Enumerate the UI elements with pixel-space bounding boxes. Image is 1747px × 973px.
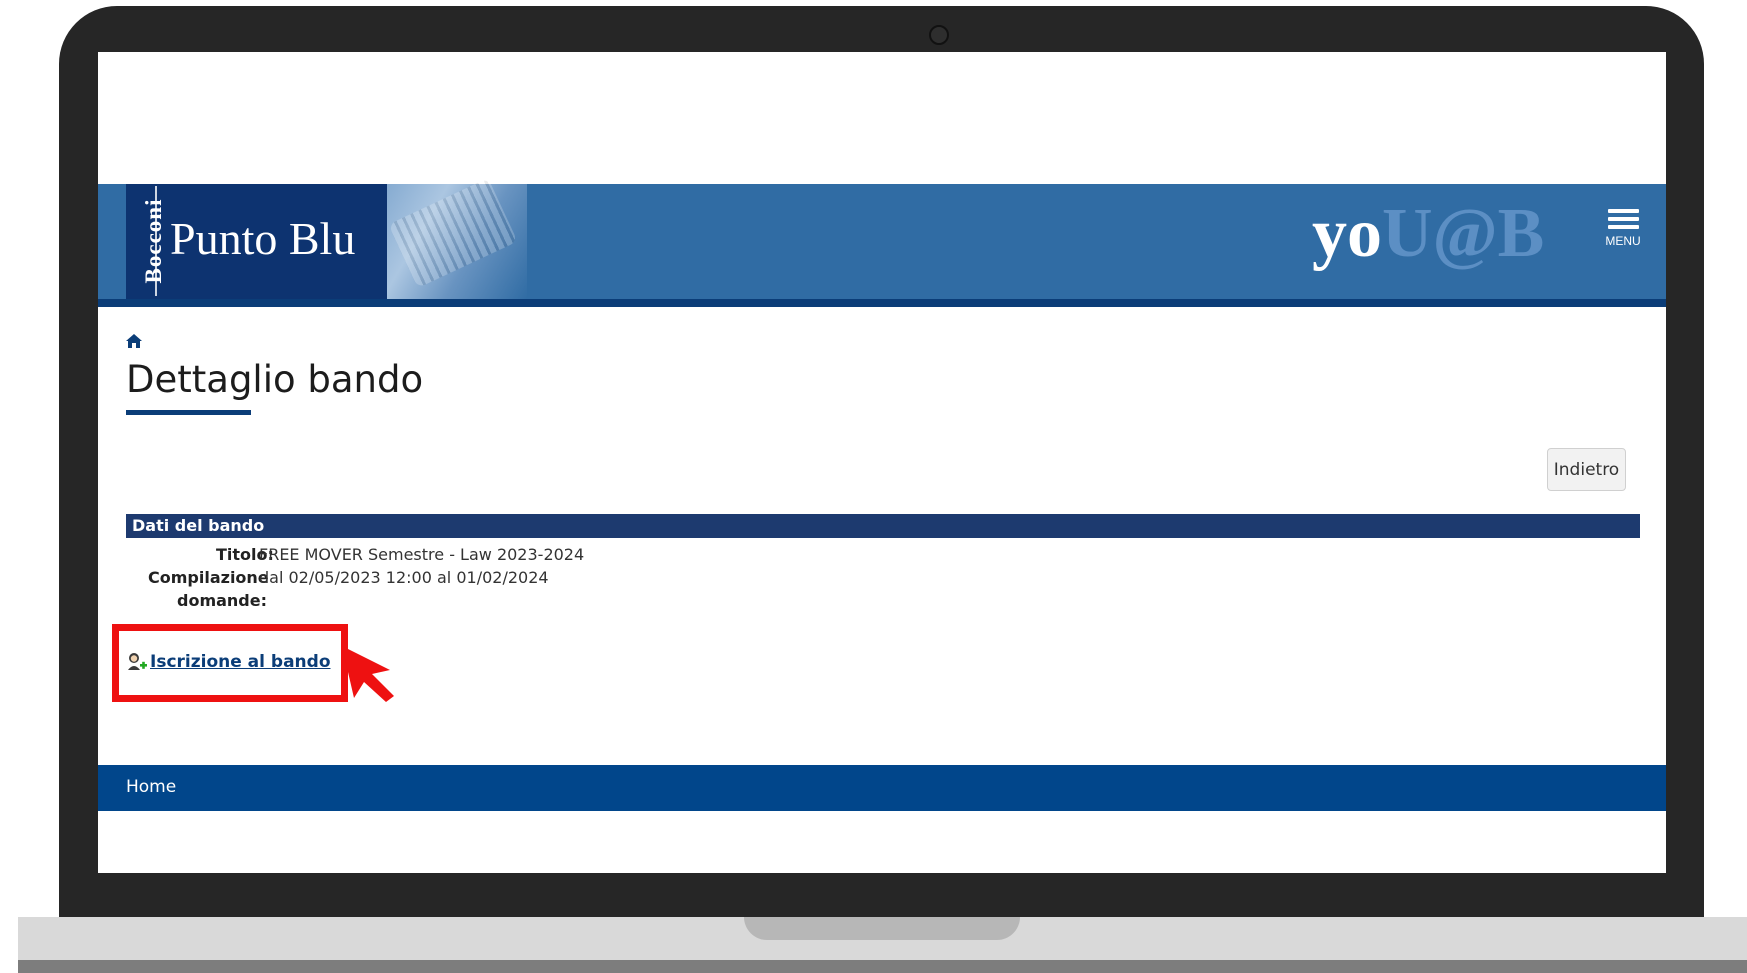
- hamburger-icon-bar: [1607, 225, 1639, 229]
- back-button[interactable]: Indietro: [1547, 448, 1626, 491]
- home-icon[interactable]: [126, 334, 142, 348]
- laptop-mockup: Bocconi Punto Blu yoU@B MENU Dettaglio b…: [0, 0, 1747, 973]
- brand-yo: yo: [1312, 195, 1382, 272]
- footer-home-link[interactable]: Home: [126, 777, 176, 797]
- field-label-compilation-2: domande:: [177, 591, 268, 610]
- punto-blu-logo[interactable]: Bocconi Punto Blu: [126, 184, 387, 299]
- laptop-base-shadow: [18, 960, 1747, 973]
- brand-uab: U@B: [1382, 195, 1545, 272]
- laptop-base-notch: [744, 917, 1020, 940]
- cursor-arrow-icon: [342, 646, 394, 702]
- title-underline: [126, 410, 251, 415]
- section-header: Dati del bando: [126, 514, 1640, 538]
- bocconi-logo-text: Bocconi: [141, 198, 166, 284]
- logo-divider: [155, 186, 157, 296]
- logo-title: Punto Blu: [170, 213, 356, 264]
- field-value-compilation: dal 02/05/2023 12:00 al 01/02/2024: [259, 568, 549, 587]
- menu-button[interactable]: MENU: [1598, 209, 1648, 259]
- field-value-title: FREE MOVER Semestre - Law 2023-2024: [259, 545, 585, 564]
- browser-screen: Bocconi Punto Blu yoU@B MENU Dettaglio b…: [98, 52, 1666, 873]
- hamburger-icon-bar: [1607, 217, 1639, 221]
- site-footer: Home: [98, 765, 1666, 811]
- site-header: Bocconi Punto Blu yoU@B MENU: [98, 178, 1666, 307]
- highlight-annotation: [112, 624, 348, 702]
- menu-label: MENU: [1605, 234, 1641, 248]
- page-title: Dettaglio bando: [126, 358, 424, 401]
- field-label-compilation: Compilazione: [148, 568, 269, 587]
- youab-brand: yoU@B: [1312, 194, 1544, 274]
- header-bottom-strip: [98, 299, 1666, 307]
- camera-icon: [929, 25, 949, 45]
- hamburger-icon: [1607, 209, 1639, 213]
